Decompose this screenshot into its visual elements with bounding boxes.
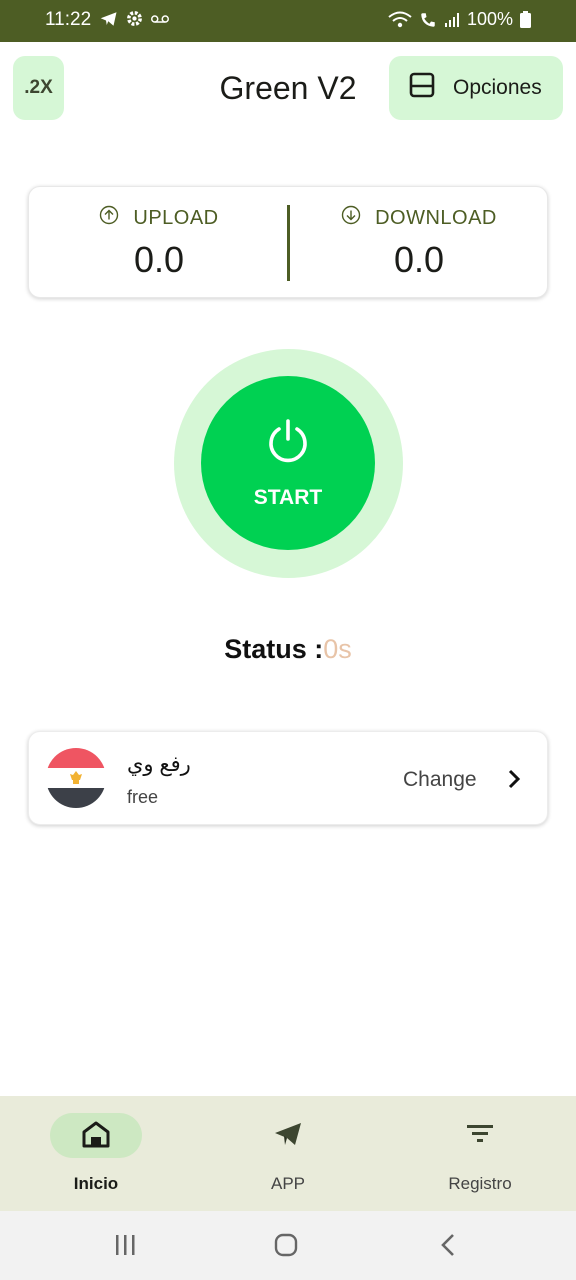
- status-duration: 0s: [323, 634, 352, 664]
- download-stat: DOWNLOAD 0.0: [289, 187, 549, 299]
- voicemail-icon: [151, 14, 169, 24]
- system-navigation-bar: [0, 1211, 576, 1280]
- settings-icon: [126, 10, 143, 27]
- traffic-card: UPLOAD 0.0 DOWNLOAD 0.0: [28, 186, 548, 298]
- options-button[interactable]: Opciones: [389, 56, 563, 120]
- download-arrow-icon: [341, 205, 361, 231]
- bottom-navigation: Inicio APP Registro: [0, 1096, 576, 1211]
- options-label: Opciones: [453, 76, 542, 99]
- download-value: 0.0: [393, 239, 445, 280]
- power-icon: [265, 418, 311, 469]
- egypt-flag-icon: [46, 748, 106, 808]
- battery-icon: [520, 11, 531, 28]
- status-time: 11:22: [45, 9, 92, 30]
- status-prefix: Status :: [224, 634, 324, 664]
- battery-text: 100%: [466, 9, 513, 29]
- layout-panel-icon: [409, 72, 435, 104]
- connection-status: Status :0s: [0, 634, 576, 665]
- upload-stat: UPLOAD 0.0: [29, 187, 289, 299]
- start-label: START: [253, 486, 323, 509]
- download-label: DOWNLOAD: [375, 206, 497, 229]
- nav-item-inicio[interactable]: Inicio: [0, 1096, 192, 1211]
- signal-icon: [444, 12, 460, 28]
- recent-apps-icon[interactable]: [113, 1233, 137, 1262]
- server-name: رفع وي: [127, 753, 191, 776]
- upload-value: 0.0: [133, 239, 185, 280]
- nav-label-registro: Registro: [448, 1174, 512, 1193]
- send-icon: [273, 1120, 303, 1153]
- upload-label: UPLOAD: [133, 206, 219, 229]
- nav-item-registro[interactable]: Registro: [384, 1096, 576, 1211]
- status-bar: 11:22 100%: [0, 0, 576, 42]
- chevron-right-icon: [507, 768, 521, 795]
- nav-label-app: APP: [270, 1174, 306, 1193]
- change-server-label: Change: [403, 768, 477, 791]
- server-selector[interactable]: رفع وي free Change: [28, 731, 548, 825]
- start-button[interactable]: START: [201, 376, 375, 550]
- home-circle-icon[interactable]: [274, 1233, 298, 1262]
- server-type: free: [127, 787, 159, 807]
- telegram-icon: [100, 11, 118, 27]
- home-icon: [81, 1120, 111, 1153]
- back-icon[interactable]: [438, 1233, 458, 1262]
- nav-label-inicio: Inicio: [73, 1174, 119, 1193]
- wifi-icon: [388, 11, 412, 29]
- wifi-call-icon: [419, 11, 437, 29]
- upload-arrow-icon: [99, 205, 119, 231]
- nav-item-app[interactable]: APP: [192, 1096, 384, 1211]
- filter-icon: [465, 1120, 495, 1153]
